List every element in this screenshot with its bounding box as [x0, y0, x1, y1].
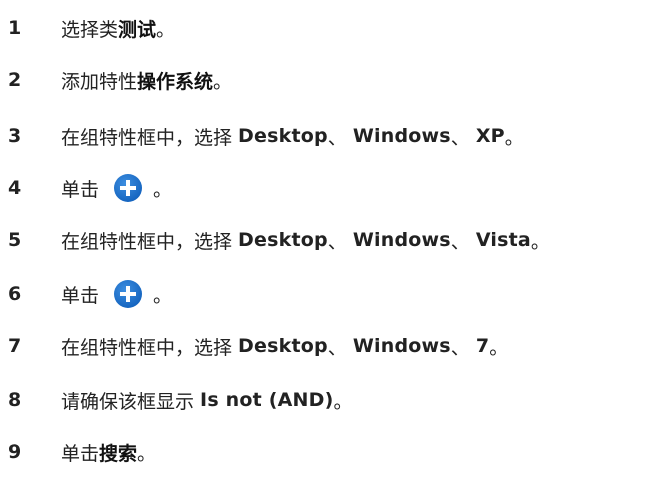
step-text-segment: 、 — [450, 336, 476, 359]
ui-term: Windows — [352, 125, 451, 147]
step-number: 6 — [8, 283, 22, 305]
ui-term: Windows — [352, 229, 451, 251]
step-text-segment: 。 — [153, 284, 173, 307]
ui-term: 测试 — [118, 18, 157, 41]
step-text: 在组特性框中，选择 Desktop、 Windows、 XP。 — [61, 123, 524, 150]
step-text-segment: 单击 — [61, 442, 100, 465]
step-text: 在组特性框中，选择 Desktop、 Windows、 Vista。 — [61, 227, 550, 254]
step-text: 选择类 测试。 — [61, 15, 175, 42]
step-text: 添加特性 操作系统。 — [61, 67, 232, 94]
step-text-segment: 在组特性框中，选择 — [61, 230, 239, 253]
ui-term: Desktop — [238, 125, 328, 147]
step-number: 7 — [8, 335, 22, 357]
step-text-segment: 。 — [213, 70, 233, 93]
step-text-segment: 、 — [327, 126, 353, 149]
step-text: 单击 。 — [61, 279, 172, 309]
step-text-segment: 选择类 — [61, 18, 119, 41]
step-text-segment: 在组特性框中，选择 — [61, 126, 239, 149]
step-text: 单击 。 — [61, 173, 172, 203]
ui-term: 搜索 — [99, 442, 138, 465]
step-text-segment: 。 — [504, 126, 524, 149]
ui-term: Desktop — [238, 229, 328, 251]
step-number: 1 — [8, 17, 22, 39]
step-number: 5 — [8, 229, 22, 251]
step-text-segment: 。 — [137, 442, 157, 465]
step-number: 8 — [8, 389, 22, 411]
instruction-list: 1 选择类 测试。 2 添加特性 操作系统。 3 在组特性框中，选择 Desktop、 Win… — [0, 0, 656, 485]
step-number: 3 — [8, 125, 22, 147]
plus-circle-icon — [114, 280, 143, 308]
step-text-segment: 添加特性 — [61, 70, 138, 93]
step-text-segment: 、 — [450, 126, 476, 149]
plus-circle-icon — [114, 174, 143, 202]
step-number: 4 — [8, 177, 22, 199]
ui-term: XP — [475, 125, 505, 147]
step-text-segment: 。 — [333, 390, 353, 413]
step-number: 2 — [8, 69, 22, 91]
step-text-segment: 单击 — [61, 284, 100, 307]
step-text-segment: 、 — [450, 230, 476, 253]
step-text-segment: 、 — [327, 336, 353, 359]
ui-term: 操作系统 — [137, 70, 214, 93]
ui-term: Desktop — [238, 335, 328, 357]
step-text-segment: 。 — [530, 230, 550, 253]
step-text-segment: 。 — [153, 178, 173, 201]
step-text-segment: 、 — [327, 230, 353, 253]
step-text-segment: 。 — [489, 336, 509, 359]
step-text: 单击 搜索。 — [61, 439, 156, 466]
step-text-segment: 单击 — [61, 178, 100, 201]
step-text: 在组特性框中，选择 Desktop、 Windows、 7。 — [61, 333, 508, 360]
step-text-segment: 在组特性框中，选择 — [61, 336, 239, 359]
ui-term: Is not (AND) — [200, 389, 334, 411]
step-text-segment: 。 — [156, 18, 176, 41]
ui-term: Windows — [352, 335, 451, 357]
ui-term: Vista — [475, 229, 531, 251]
step-text: 请确保该框显示 Is not (AND)。 — [61, 387, 352, 414]
step-number: 9 — [8, 441, 22, 463]
ui-term: 7 — [475, 335, 490, 357]
step-text-segment: 请确保该框显示 — [61, 390, 201, 413]
